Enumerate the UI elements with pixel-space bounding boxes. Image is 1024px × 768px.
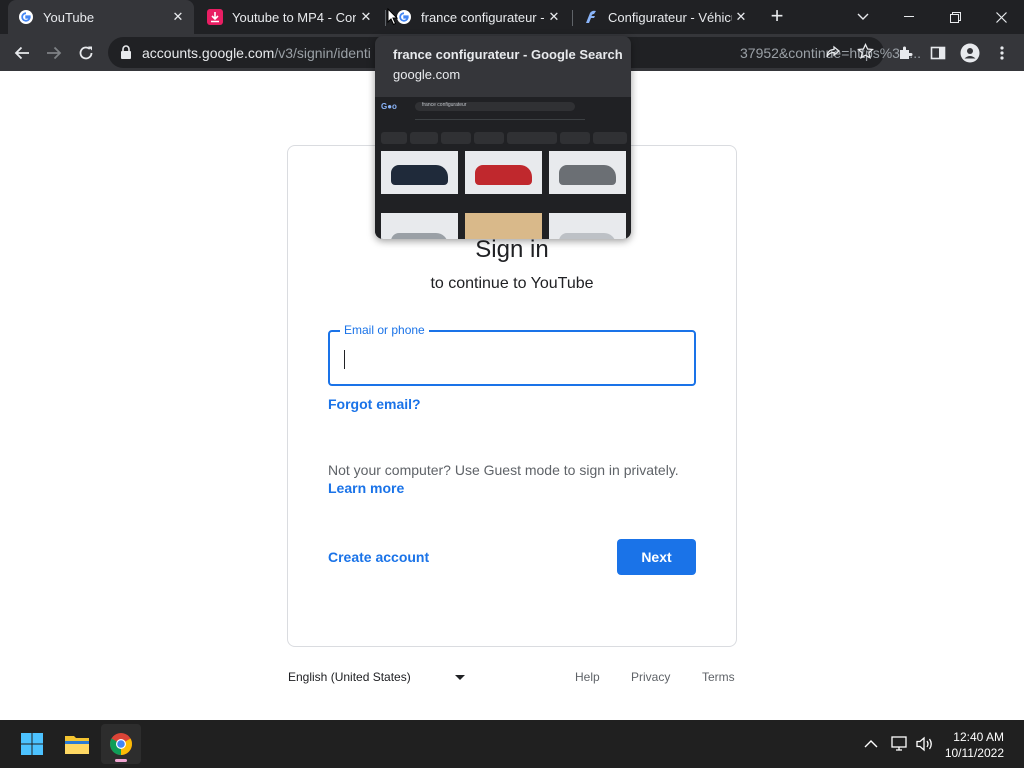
preview-title: france configurateur - Google Search [393,47,623,62]
close-tab-icon[interactable]: ✕ [733,9,749,25]
tab-configurateur-vehicule[interactable]: Configurateur - Véhicu ✕ [573,0,757,34]
back-icon[interactable] [9,40,35,66]
tray-overflow-chevron-icon[interactable] [864,720,878,768]
thumbnail-search-text: france configurateur [422,102,467,108]
start-windows-icon[interactable] [12,724,52,764]
google-favicon-icon [396,9,412,25]
url-host: accounts.google.com [142,45,275,61]
google-logo-icon: G●o [381,102,397,111]
thumbnail-filter-chips [379,132,629,144]
reload-icon[interactable] [73,40,99,66]
clock-date: 10/11/2022 [944,746,1004,760]
minimize-icon[interactable] [886,0,932,34]
tab-france-configurateur[interactable]: france configurateur - G ✕ [386,0,570,34]
thumbnail-car-image [549,213,626,239]
thumbnail-car-image [549,151,626,194]
tab-title: france configurateur - G [421,9,545,25]
url-path: /v3/signin/identi [274,45,371,61]
restore-icon[interactable] [932,0,978,34]
google-favicon-icon [18,9,34,25]
tab-youtube-to-mp4[interactable]: Youtube to MP4 - Conv ✕ [197,0,382,34]
clock-time: 12:40 AM [953,730,1004,744]
thumbnail-car-image [381,213,458,239]
forward-icon[interactable] [41,40,67,66]
download-favicon-icon [207,9,223,25]
preview-thumbnail: G●o france configurateur [375,97,631,239]
taskbar: 12:40 AM 10/11/2022 [0,720,1024,768]
tab-title: YouTube [43,9,95,25]
chrome-taskbar-icon[interactable] [101,724,141,764]
menu-kebab-icon[interactable] [989,40,1015,66]
thumbnail-beach-image [465,213,542,239]
file-explorer-icon[interactable] [57,724,97,764]
thumbnail-divider [415,119,585,120]
close-tab-icon[interactable]: ✕ [358,9,374,25]
tab-strip: YouTube ✕ Youtube to MP4 - Conv ✕ france… [0,0,1024,34]
preview-domain: google.com [393,67,461,82]
tab-youtube[interactable]: YouTube ✕ [8,0,194,34]
side-panel-icon[interactable] [925,40,951,66]
thumbnail-car-image [465,151,542,194]
email-field-label: Email or phone [340,323,429,337]
tab-title: Configurateur - Véhicu [608,9,732,25]
network-icon[interactable] [891,720,909,768]
dropdown-caret-icon[interactable] [455,675,465,680]
close-tab-icon[interactable]: ✕ [546,9,562,25]
configurator-favicon-icon [583,9,599,25]
thumbnail-car-image [381,151,458,194]
text-cursor [344,350,345,369]
system-clock[interactable]: 12:40 AM 10/11/2022 [945,729,1004,761]
share-icon[interactable] [825,44,841,65]
privacy-link[interactable]: Privacy [631,670,670,684]
extensions-icon[interactable] [893,40,919,66]
guest-mode-text: Not your computer? Use Guest mode to sig… [328,462,679,478]
close-tab-icon[interactable]: ✕ [170,9,186,25]
bookmark-star-icon[interactable] [856,42,875,65]
tab-title: Youtube to MP4 - Conv [232,9,356,25]
close-window-icon[interactable] [978,0,1024,34]
next-button[interactable]: Next [617,539,696,575]
lock-icon[interactable] [120,45,132,64]
email-field[interactable]: Email or phone [328,323,696,386]
forgot-email-link[interactable]: Forgot email? [328,396,421,412]
language-selector[interactable]: English (United States) [288,670,411,684]
active-app-indicator [115,759,127,762]
volume-icon[interactable] [916,720,934,768]
page-title: Sign in [475,236,549,263]
new-tab-button[interactable]: + [765,5,789,29]
url-text: accounts.google.com/v3/signin/identi [142,45,371,61]
help-link[interactable]: Help [575,670,600,684]
terms-link[interactable]: Terms [702,670,735,684]
profile-icon[interactable] [957,40,983,66]
page-subtitle: to continue to YouTube [430,275,594,292]
mouse-cursor-icon [387,7,399,31]
tab-search-icon[interactable] [840,0,886,34]
email-input[interactable] [344,345,684,371]
learn-more-link[interactable]: Learn more [328,480,404,496]
create-account-link[interactable]: Create account [328,549,429,565]
tab-hover-preview: france configurateur - Google Search goo… [375,36,631,239]
